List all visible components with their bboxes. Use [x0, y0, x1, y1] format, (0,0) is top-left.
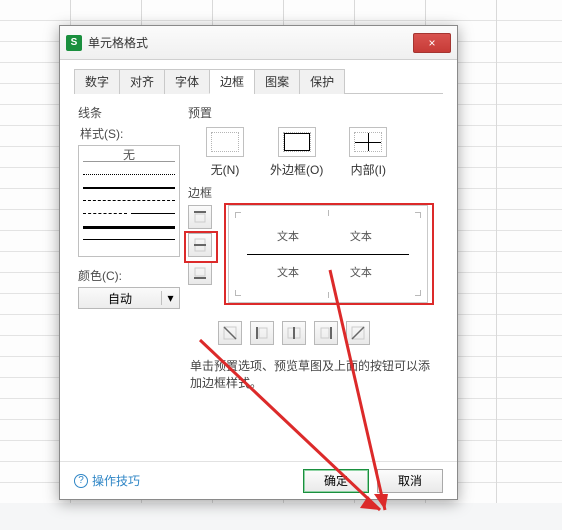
preview-text: 文本 — [350, 228, 372, 244]
preview-text: 文本 — [277, 228, 299, 244]
preset-none-button[interactable] — [206, 127, 244, 157]
help-icon: ? — [74, 474, 88, 488]
tips-link[interactable]: ? 操作技巧 — [74, 472, 140, 489]
line-style-list[interactable]: 无 — [78, 145, 180, 257]
dialog-header: S 单元格格式 × — [60, 26, 457, 60]
preset-group-label: 预置 — [188, 104, 439, 121]
dialog-footer: ? 操作技巧 确定 取消 — [60, 461, 457, 499]
color-value: 自动 — [79, 290, 161, 307]
tab-number[interactable]: 数字 — [74, 69, 120, 94]
border-hmiddle-button[interactable] — [188, 233, 212, 257]
border-left-button[interactable] — [250, 321, 274, 345]
border-editor: 文本 文本 文本 文本 — [188, 205, 434, 313]
close-button[interactable]: × — [413, 33, 451, 53]
tab-pattern[interactable]: 图案 — [254, 69, 300, 94]
preview-text: 文本 — [350, 264, 372, 280]
border-preview[interactable]: 文本 文本 文本 文本 — [228, 205, 428, 303]
line-style-option[interactable] — [83, 213, 175, 226]
color-label: 颜色(C): — [78, 267, 188, 284]
border-bottom-button[interactable] — [188, 261, 212, 285]
line-style-option[interactable] — [83, 200, 175, 213]
tab-alignment[interactable]: 对齐 — [119, 69, 165, 94]
line-style-option[interactable] — [83, 174, 175, 187]
close-icon: × — [428, 36, 435, 50]
preview-text: 文本 — [277, 264, 299, 280]
line-style-option[interactable] — [83, 161, 175, 174]
line-group-label: 线条 — [78, 104, 188, 121]
preset-none-label: 无(N) — [211, 161, 240, 178]
border-top-button[interactable] — [188, 205, 212, 229]
preview-middle-line — [247, 254, 409, 255]
preset-inner-label: 内部(I) — [351, 161, 386, 178]
border-right-button[interactable] — [314, 321, 338, 345]
dialog-body: 数字 对齐 字体 边框 图案 保护 线条 样式(S): 无 — [60, 60, 457, 461]
line-style-option[interactable] — [83, 239, 175, 252]
preset-outer-button[interactable] — [278, 127, 316, 157]
cell-format-dialog: S 单元格格式 × 数字 对齐 字体 边框 图案 保护 线条 样式(S): 无 — [59, 25, 458, 500]
line-style-none[interactable]: 无 — [83, 148, 175, 161]
app-logo-icon: S — [66, 35, 82, 51]
description-text: 单击预置选项、预览草图及上面的按钮可以添加边框样式。 — [190, 357, 437, 391]
dropdown-icon: ▾ — [161, 291, 179, 305]
border-vmiddle-button[interactable] — [282, 321, 306, 345]
cancel-button[interactable]: 取消 — [377, 469, 443, 493]
preset-outer-label: 外边框(O) — [270, 161, 323, 178]
border-diag-up-button[interactable] — [346, 321, 370, 345]
preset-inner-button[interactable] — [349, 127, 387, 157]
tab-protection[interactable]: 保护 — [299, 69, 345, 94]
style-label: 样式(S): — [80, 125, 188, 142]
tab-bar: 数字 对齐 字体 边框 图案 保护 — [74, 68, 443, 94]
tab-font[interactable]: 字体 — [164, 69, 210, 94]
tab-border[interactable]: 边框 — [209, 69, 255, 94]
border-group-label: 边框 — [188, 184, 439, 201]
color-combo[interactable]: 自动 ▾ — [78, 287, 180, 309]
line-style-option[interactable] — [83, 226, 175, 239]
dialog-title: 单元格格式 — [88, 34, 148, 51]
ok-button[interactable]: 确定 — [303, 469, 369, 493]
tips-label: 操作技巧 — [92, 472, 140, 489]
border-diag-down-button[interactable] — [218, 321, 242, 345]
line-style-option[interactable] — [83, 187, 175, 200]
tab-content: 线条 样式(S): 无 颜色(C): 自动 — [74, 94, 443, 395]
